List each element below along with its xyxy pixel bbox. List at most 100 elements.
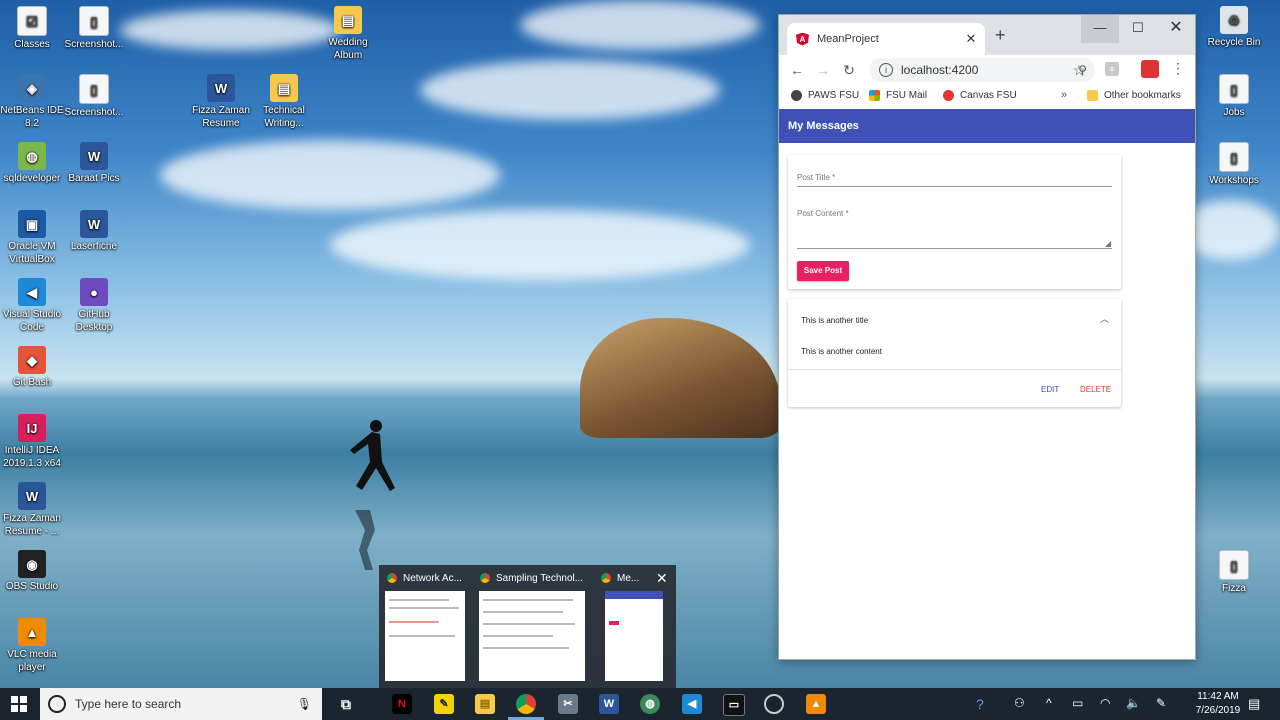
word-icon: W [207,74,235,102]
people-icon[interactable]: ⚇ [1014,696,1025,710]
thumbnail-close-icon[interactable]: ✕ [656,570,668,587]
desktop-icon-baraat-pics[interactable]: W Baraat Pics [62,142,126,185]
globe-icon [791,90,802,101]
desktop-icon-obs[interactable]: ◉ OBS Studio [0,550,64,593]
desktop-icon-classes[interactable]: ☑ Classes [0,6,64,51]
preview-header [605,591,663,599]
bookmark-paws-fsu[interactable]: PAWS FSU [791,90,859,101]
desktop-icon-screenshot[interactable]: ▯ Screenshot... [62,6,126,51]
microphone-icon[interactable]: 🎙 [297,697,312,711]
word-icon: W [18,482,46,510]
window-maximize-button[interactable]: ☐ [1119,15,1157,43]
snipping-tool-icon[interactable]: ✂ [558,694,578,714]
preview-line [389,607,459,609]
desktop-icon-fizza-resume-2[interactable]: W Fizza Zaman Resume - ... [0,482,64,538]
desktop-icon-netbeans[interactable]: ◈ NetBeans IDE 8.2 [0,74,64,130]
thumbnail-header-network[interactable]: Network Ac... [387,571,467,585]
desktop-icon-jobs[interactable]: ▯ Jobs [1202,74,1266,119]
desktop-icon-label: Fizza Zaman Resume - ... [3,513,61,537]
thumbnail-preview-sampling[interactable] [479,591,585,681]
thumbnail-header-sampling[interactable]: Sampling Technol... [480,571,584,585]
taskbar-clock[interactable]: 11:42 AM 7/26/2019 [1190,690,1246,718]
sticky-notes-icon[interactable]: ✎ [434,694,454,714]
taskbar-search-box[interactable]: Type here to search 🎙 [40,688,322,720]
desktop-icon-virtualbox[interactable]: ▣ Oracle VM VirtualBox [0,210,64,266]
desktop-icon-screenshot-2[interactable]: ▯ Screenshot... [62,74,126,119]
thumbnail-header-meanproject[interactable]: Me... [601,571,651,585]
volume-icon[interactable]: 🔈 [1126,696,1141,710]
netflix-icon[interactable]: N [392,694,412,714]
thumbnail-title: Me... [617,572,640,584]
bookmark-star-icon[interactable]: ☆ [1069,60,1089,80]
desktop-icon-git-bash[interactable]: ◆ Git Bash [0,346,64,389]
tab-close-icon[interactable]: ✕ [963,31,979,47]
bookmarks-overflow-button[interactable]: » [1061,89,1067,101]
bookmark-fsu-mail[interactable]: FSU Mail [869,90,927,101]
desktop-icon-fizza[interactable]: ▯ Fizza [1202,550,1266,595]
post-title[interactable]: This is another title [801,316,868,325]
terminal-icon[interactable]: ▭ [723,694,745,716]
chrome-taskbar-icon[interactable] [516,694,536,714]
obs-taskbar-icon[interactable] [764,694,784,714]
battery-icon[interactable]: ▭ [1072,696,1083,710]
desktop-icon-label: Fizza [1222,583,1246,594]
extension-icon[interactable]: ≡ [1105,62,1119,76]
info-icon[interactable]: i [879,63,893,77]
desktop-icon-vscode[interactable]: ◀ Visual Studio Code [0,278,64,334]
address-bar[interactable]: i localhost:4200 ⚲ [869,58,1095,82]
delete-button[interactable]: DELETE [1080,385,1111,394]
desktop-icon-vlc[interactable]: ▲ VLC media player [0,618,64,674]
post-content-textarea[interactable]: Post Content * [797,209,849,218]
bookmark-other-bookmarks[interactable]: Other bookmarks [1087,90,1181,101]
window-minimize-button[interactable]: — [1081,15,1119,43]
canvas-icon [943,90,954,101]
cortana-icon[interactable] [48,695,66,713]
task-view-icon[interactable]: ⧉ [336,694,356,714]
browser-tab[interactable]: A MeanProject ✕ [787,23,985,55]
globe-app-icon[interactable]: ◍ [640,694,660,714]
pen-icon[interactable]: ✎ [1156,696,1166,710]
notifications-icon[interactable]: ▤ [1248,696,1260,712]
thumbnail-preview-network[interactable] [385,591,465,681]
new-tab-button[interactable]: + [995,25,1006,46]
desktop-icon-label: Oracle VM VirtualBox [8,241,56,265]
desktop-icon-intellij[interactable]: IJ IntelliJ IDEA 2019.1.3 x64 [0,414,64,470]
thumbnail-title: Sampling Technol... [496,572,584,584]
file-explorer-icon[interactable]: ▤ [475,694,495,714]
menu-kebab-icon[interactable]: ⋮ [1171,60,1185,77]
profile-extension-icon[interactable] [1141,60,1159,78]
forward-arrow-icon[interactable]: → [813,60,833,80]
post-title-input[interactable]: Post Title * [797,173,835,182]
windows-start-icon[interactable] [11,696,27,712]
thumbnail-preview-meanproject[interactable] [605,591,663,681]
edit-button[interactable]: EDIT [1041,385,1059,394]
textarea-resize-handle-icon[interactable]: ◢ [1105,239,1111,248]
word-taskbar-icon[interactable]: W [599,694,619,714]
save-post-button[interactable]: Save Post [797,261,849,281]
bookmark-canvas-fsu[interactable]: Canvas FSU [943,90,1017,101]
desktop-icon-github-desktop[interactable]: ● GitHub Desktop [62,278,126,334]
chevron-up-icon[interactable]: ︿ [1100,312,1109,325]
desktop-icon-fizza-resume[interactable]: W Fizza Zaman Resume [189,74,253,130]
back-arrow-icon[interactable]: ← [787,60,807,80]
intellij-icon: IJ [18,414,46,442]
desktop-icon-sqldeveloper[interactable]: ◍ sqldeveloper [0,142,64,185]
runner-reflection [355,510,375,570]
desktop-icon-recycle-bin[interactable]: ♻ Recycle Bin [1202,6,1266,49]
desktop-icon-technical-writing[interactable]: ▤ Technical Writing... [252,74,316,130]
window-close-button[interactable]: ✕ [1157,15,1195,43]
file-icon: ▯ [79,74,109,104]
browser-titlebar[interactable]: A MeanProject ✕ + — ☐ ✕ [779,15,1195,55]
bookmark-label: FSU Mail [886,90,928,101]
desktop-icon-workshops[interactable]: ▯ Workshops [1202,142,1266,187]
vscode-taskbar-icon[interactable]: ◀ [682,694,702,714]
vlc-taskbar-icon[interactable]: ▲ [806,694,826,714]
wifi-icon[interactable]: ◠ [1100,696,1110,710]
help-icon[interactable]: ? [976,696,984,712]
desktop-icon-laserfiche[interactable]: W Laserfiche [62,210,126,253]
post-expansion-panel[interactable]: This is another title ︿ This is another … [788,299,1121,407]
desktop-icon-label: Technical Writing... [263,105,305,129]
reload-icon[interactable]: ↻ [839,60,859,80]
desktop-icon-wedding-album[interactable]: ▤ Wedding Album [316,6,380,62]
chevron-up-icon[interactable]: ^ [1046,696,1052,710]
